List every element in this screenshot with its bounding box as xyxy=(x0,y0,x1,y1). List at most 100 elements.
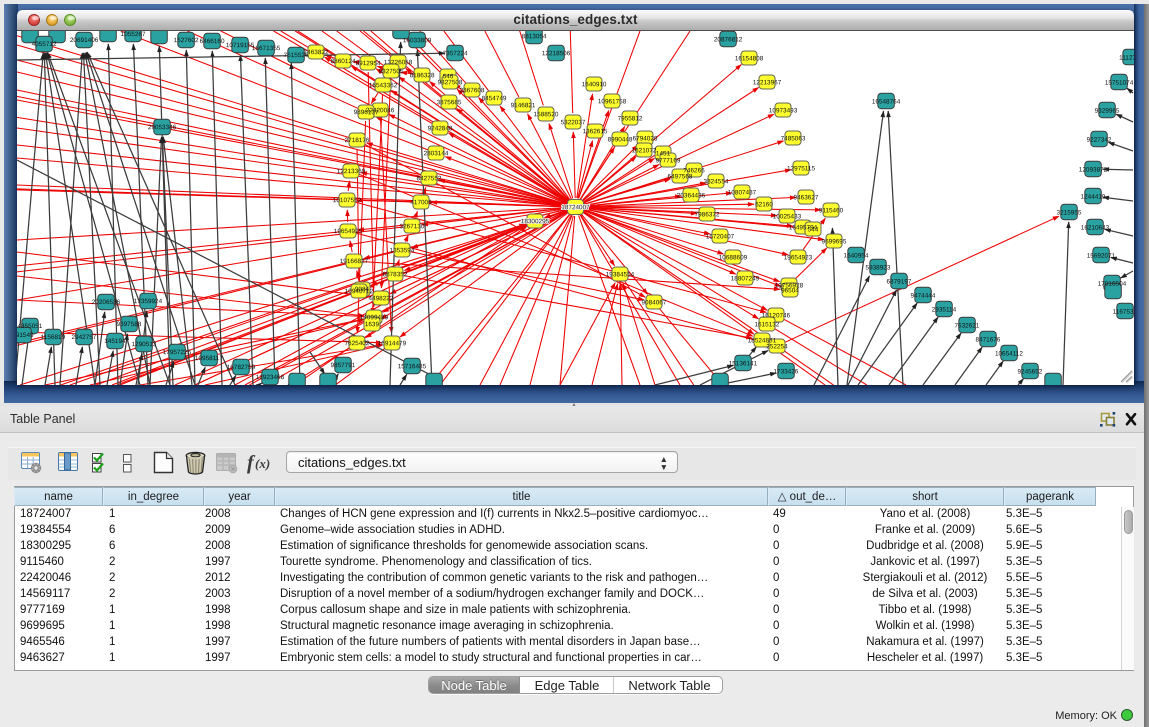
svg-text:20691406: 20691406 xyxy=(70,37,99,44)
svg-text:20364436: 20364436 xyxy=(677,192,706,199)
svg-text:10958117: 10958117 xyxy=(195,355,223,362)
svg-text:1112734: 1112734 xyxy=(1119,55,1134,62)
svg-text:12093872: 12093872 xyxy=(1079,167,1108,174)
svg-text:16548764: 16548764 xyxy=(872,98,901,105)
svg-text:7357224: 7357224 xyxy=(443,50,468,57)
svg-text:9084067: 9084067 xyxy=(642,299,667,306)
svg-text:9115460: 9115460 xyxy=(819,207,844,214)
svg-text:7625402: 7625402 xyxy=(344,340,369,347)
svg-text:2935114: 2935114 xyxy=(932,306,957,313)
svg-text:15136141: 15136141 xyxy=(729,360,758,367)
svg-text:19384554: 19384554 xyxy=(606,271,635,278)
svg-text:8427552: 8427552 xyxy=(417,175,442,182)
svg-text:16543362: 16543362 xyxy=(369,82,398,89)
svg-text:20876812: 20876812 xyxy=(714,36,743,43)
svg-text:19654923: 19654923 xyxy=(784,254,813,261)
svg-text:10654112: 10654112 xyxy=(995,351,1023,358)
svg-text:17016504: 17016504 xyxy=(1098,281,1127,288)
svg-text:2867608: 2867608 xyxy=(460,87,485,94)
svg-text:1244419: 1244419 xyxy=(1081,194,1106,201)
svg-text:1290513: 1290513 xyxy=(131,341,156,348)
svg-text:1156819: 1156819 xyxy=(41,334,66,341)
svg-text:417006: 417006 xyxy=(410,199,432,206)
svg-text:16210643: 16210643 xyxy=(1081,225,1110,232)
svg-text:8878352: 8878352 xyxy=(383,271,408,278)
svg-text:1362615: 1362615 xyxy=(583,128,608,135)
svg-text:7485063: 7485063 xyxy=(781,135,806,142)
svg-text:9896137: 9896137 xyxy=(354,109,379,116)
svg-text:19654925: 19654925 xyxy=(334,228,363,235)
svg-text:9397588: 9397588 xyxy=(116,321,141,328)
svg-text:18300295: 18300295 xyxy=(521,218,550,225)
svg-text:13226058: 13226058 xyxy=(384,59,413,66)
svg-text:12923468: 12923468 xyxy=(256,374,285,381)
svg-text:9474444: 9474444 xyxy=(911,292,936,299)
svg-text:15751074: 15751074 xyxy=(1105,80,1134,87)
svg-text:8454749: 8454749 xyxy=(482,95,507,102)
svg-text:1055267: 1055267 xyxy=(121,31,146,38)
svg-text:17359924: 17359924 xyxy=(134,298,163,305)
svg-text:7986372: 7986372 xyxy=(695,211,720,218)
svg-text:1588520: 1588520 xyxy=(534,111,559,118)
svg-text:8912954: 8912954 xyxy=(356,60,381,67)
svg-text:18724007: 18724007 xyxy=(561,204,590,211)
svg-text:10940712: 10940712 xyxy=(345,288,374,295)
svg-text:12213967: 12213967 xyxy=(753,79,782,86)
svg-text:62160: 62160 xyxy=(755,201,773,208)
svg-text:12213369: 12213369 xyxy=(337,168,366,175)
svg-text:1451: 1451 xyxy=(656,150,671,157)
svg-text:6879197: 6879197 xyxy=(887,278,912,285)
svg-text:2803144: 2803144 xyxy=(424,150,449,157)
svg-text:1527602: 1527602 xyxy=(174,37,199,44)
svg-text:1621072: 1621072 xyxy=(632,147,657,154)
svg-text:17957225: 17957225 xyxy=(163,349,192,356)
svg-text:9245652: 9245652 xyxy=(1017,369,1042,376)
svg-text:20206536: 20206536 xyxy=(92,299,121,306)
svg-text:16671355: 16671355 xyxy=(252,45,281,52)
svg-text:9227342: 9227342 xyxy=(1087,137,1112,144)
svg-text:10107552: 10107552 xyxy=(333,197,362,204)
svg-text:252254: 252254 xyxy=(766,343,788,350)
svg-text:6497568: 6497568 xyxy=(668,173,693,180)
svg-text:10688609: 10688609 xyxy=(719,254,748,261)
svg-text:6466160: 6466160 xyxy=(200,38,225,45)
svg-text:9463627: 9463627 xyxy=(794,194,819,201)
svg-text:8471676: 8471676 xyxy=(975,337,1000,344)
svg-text:1639: 1639 xyxy=(365,321,380,328)
svg-text:1353594: 1353594 xyxy=(390,247,415,254)
svg-text:12975115: 12975115 xyxy=(787,165,815,172)
svg-text:8990448: 8990448 xyxy=(608,136,633,143)
svg-text:4055712: 4055712 xyxy=(32,41,57,48)
svg-text:8813054: 8813054 xyxy=(522,33,547,40)
svg-text:14099489: 14099489 xyxy=(360,314,389,321)
svg-text:9699695: 9699695 xyxy=(822,238,847,245)
svg-text:1640954: 1640954 xyxy=(844,252,869,259)
svg-text:7463822: 7463822 xyxy=(304,49,329,56)
svg-text:15720407: 15720407 xyxy=(706,233,735,240)
svg-text:1733426: 1733426 xyxy=(773,368,798,375)
svg-text:9327508: 9327508 xyxy=(438,79,463,86)
svg-text:145194: 145194 xyxy=(104,338,126,345)
svg-text:8186328: 8186328 xyxy=(410,72,435,79)
svg-text:16914479: 16914479 xyxy=(378,340,407,347)
svg-text:9329965: 9329965 xyxy=(1095,108,1120,115)
svg-text:2942757: 2942757 xyxy=(71,334,96,341)
svg-text:15692071: 15692071 xyxy=(1087,253,1116,260)
svg-text:3267130: 3267130 xyxy=(400,223,425,230)
svg-text:16782759: 16782759 xyxy=(227,364,256,371)
svg-text:9327505: 9327505 xyxy=(379,68,404,75)
svg-text:6794028: 6794028 xyxy=(633,135,658,142)
svg-text:12218506: 12218506 xyxy=(542,50,571,57)
svg-text:2718176: 2718176 xyxy=(345,137,370,144)
svg-text:3875685: 3875685 xyxy=(437,99,462,106)
svg-text:544: 544 xyxy=(808,226,819,233)
svg-text:10719155: 10719155 xyxy=(226,42,255,49)
svg-text:9146821: 9146821 xyxy=(511,102,536,109)
svg-text:18807249: 18807249 xyxy=(731,275,760,282)
svg-text:16154808: 16154808 xyxy=(735,55,764,62)
svg-text:19166827: 19166827 xyxy=(340,258,369,265)
svg-text:(x): (x) xyxy=(255,456,270,471)
svg-text:96504: 96504 xyxy=(781,287,799,294)
svg-text:10961758: 10961758 xyxy=(598,98,627,105)
svg-text:3215955: 3215955 xyxy=(1057,210,1082,217)
